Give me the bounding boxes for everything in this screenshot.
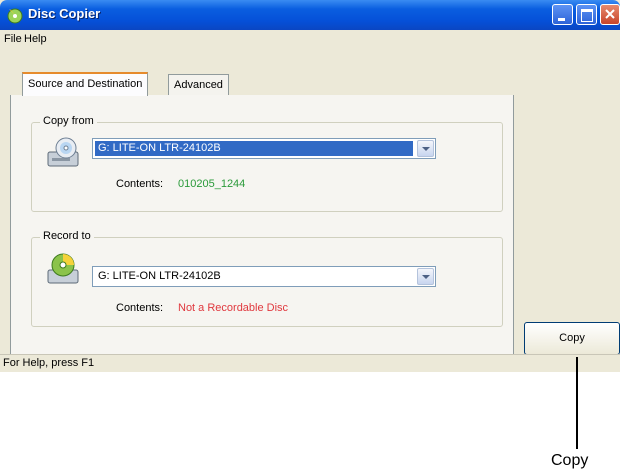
close-button[interactable] (600, 4, 620, 25)
copy-button[interactable]: Copy (524, 322, 620, 355)
copy-from-drive-value: G: LITE-ON LTR-24102B (95, 141, 413, 156)
maximize-icon (581, 9, 593, 22)
record-to-drive-value: G: LITE-ON LTR-24102B (98, 270, 221, 282)
chevron-down-icon (422, 275, 430, 279)
copy-from-dropdown-button[interactable] (417, 140, 434, 157)
record-to-label: Record to (40, 230, 94, 242)
maximize-button[interactable] (576, 4, 597, 25)
tab-label: Source and Destination (28, 78, 143, 90)
copy-button-label: Copy (559, 332, 585, 344)
record-to-dropdown-button[interactable] (417, 268, 434, 285)
tab-source-destination[interactable]: Source and Destination (22, 72, 149, 96)
callout-label: Copy (551, 452, 589, 469)
title-bar[interactable]: Disc Copier (0, 0, 620, 30)
tab-advanced[interactable]: Advanced (168, 74, 229, 95)
status-text: For Help, press F1 (3, 357, 95, 369)
disc-copier-window: Disc Copier File Help Source and Destina… (0, 0, 620, 372)
disc-app-icon (7, 8, 23, 24)
cd-burn-icon (47, 253, 79, 284)
tab-label: Advanced (174, 79, 223, 91)
menu-file[interactable]: File (4, 33, 22, 45)
record-to-contents-label: Contents: (116, 302, 164, 314)
minimize-icon (558, 18, 565, 21)
cd-drive-icon (47, 137, 79, 167)
menu-bar: File Help (0, 30, 620, 50)
menu-help[interactable]: Help (24, 33, 47, 45)
copy-from-contents-label: Contents: (116, 178, 164, 190)
record-to-contents-value: Not a Recordable Disc (178, 302, 289, 314)
record-to-group: Record to G: LITE-ON LTR-24102B Contents… (31, 230, 503, 327)
window-title: Disc Copier (28, 6, 101, 21)
status-bar: For Help, press F1 (0, 354, 620, 372)
copy-from-group: Copy from G: LITE-ON LTR-24102B Contents… (31, 115, 503, 212)
copy-from-drive-select[interactable]: G: LITE-ON LTR-24102B (92, 138, 436, 159)
tab-panel: Copy from G: LITE-ON LTR-24102B Contents… (10, 95, 514, 358)
record-to-drive-select[interactable]: G: LITE-ON LTR-24102B (92, 266, 436, 287)
copy-from-label: Copy from (40, 115, 97, 127)
close-icon (605, 9, 615, 19)
copy-from-contents-value: 010205_1244 (178, 178, 246, 190)
minimize-button[interactable] (552, 4, 573, 25)
chevron-down-icon (422, 147, 430, 151)
callout-line (576, 357, 578, 449)
